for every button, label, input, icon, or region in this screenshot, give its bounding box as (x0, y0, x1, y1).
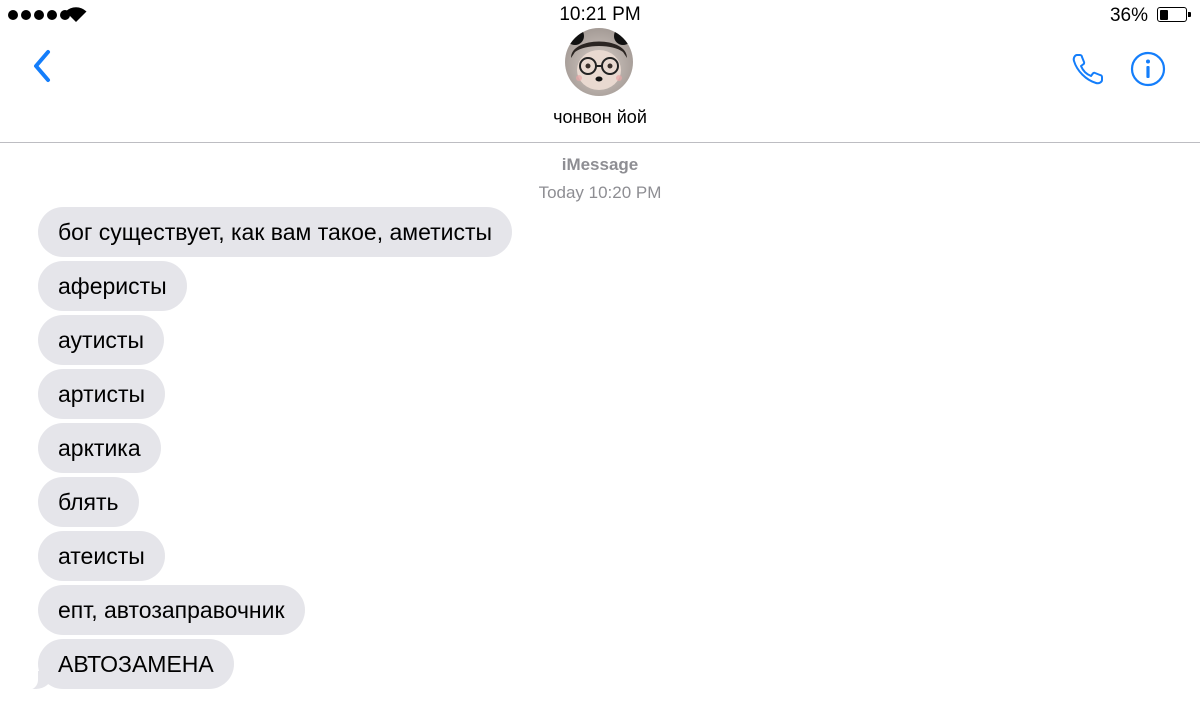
message-text: бог существует, как вам такое, аметисты (58, 219, 493, 245)
status-time: 10:21 PM (559, 4, 641, 25)
phone-icon[interactable] (1068, 49, 1108, 89)
incoming-message-bubble[interactable]: артисты (38, 369, 166, 419)
incoming-message-bubble[interactable]: атеисты (38, 531, 165, 581)
battery-fill (1159, 9, 1169, 20)
message-text: АВТОЗАМЕНА (58, 651, 214, 677)
contact-avatar[interactable] (565, 28, 633, 96)
message-text: аутисты (58, 327, 144, 353)
message-text: епт, автозаправочник (58, 597, 285, 623)
message-text: атеисты (58, 543, 145, 569)
incoming-message-bubble[interactable]: арктика (38, 423, 161, 473)
avatar-photo (565, 28, 633, 96)
message-text: арктика (58, 435, 141, 461)
status-bar: 10:21 PM 36% (0, 0, 1200, 30)
message-text: блять (58, 489, 119, 515)
incoming-message-bubble[interactable]: АВТОЗАМЕНА (26, 639, 234, 690)
message-thread: бог существует, как вам такое, аметисты … (26, 207, 513, 690)
incoming-message-bubble[interactable]: аутисты (38, 315, 164, 365)
incoming-message-bubble[interactable]: бог существует, как вам такое, аметисты (38, 207, 513, 257)
service-label: iMessage (561, 155, 639, 174)
message-text: аферисты (58, 273, 167, 299)
incoming-message-bubble[interactable]: блять (38, 477, 139, 527)
contact-name[interactable]: чонвон йой (0, 107, 1200, 128)
incoming-message-bubble[interactable]: епт, автозаправочник (38, 585, 305, 635)
message-timestamp: Today 10:20 PM (538, 183, 662, 202)
incoming-message-bubble[interactable]: аферисты (38, 261, 187, 311)
conversation-header: чонвон йой (0, 28, 1200, 143)
message-text: артисты (58, 381, 146, 407)
battery-percentage: 36% (1109, 5, 1148, 26)
back-chevron-icon[interactable] (28, 46, 60, 86)
info-icon[interactable] (1128, 49, 1168, 89)
battery-icon (1157, 7, 1191, 22)
